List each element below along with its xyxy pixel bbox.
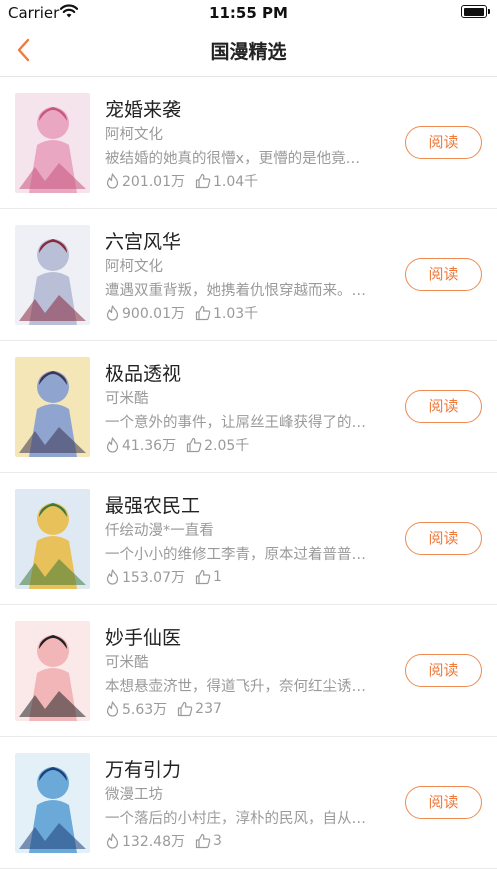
likes-stat: 1.04千 bbox=[195, 171, 258, 191]
list-item[interactable]: 妙手仙医 可米酷 本想悬壶济世，得道飞升，奈何红尘诱… 5.63万 237 阅读 bbox=[0, 605, 497, 737]
list-item[interactable]: 最强农民工 仟绘动漫*一直看 一个小小的维修工李青，原本过着普普… 153.07… bbox=[0, 473, 497, 605]
list-item[interactable]: 六宫风华 阿柯文化 遭遇双重背叛，她携着仇恨穿越而来。… 900.01万 1.0… bbox=[0, 209, 497, 341]
comic-cover[interactable] bbox=[15, 357, 90, 457]
comic-stats: 153.07万 1 bbox=[105, 567, 232, 587]
heat-stat: 132.48万 bbox=[105, 831, 185, 851]
heat-stat: 201.01万 bbox=[105, 171, 185, 191]
fire-icon bbox=[106, 833, 119, 849]
list-item[interactable]: 宠婚来袭 阿柯文化 被结婚的她真的很懵x，更懵的是他竟… 201.01万 1.0… bbox=[0, 77, 497, 209]
likes-count: 2.05千 bbox=[204, 438, 250, 454]
heat-stat: 153.07万 bbox=[105, 567, 185, 587]
comic-author: 可米酷 bbox=[105, 655, 149, 671]
comic-title: 万有引力 bbox=[105, 759, 182, 781]
read-button[interactable]: 阅读 bbox=[405, 258, 482, 291]
list-item[interactable]: 极品透视 可米酷 一个意外的事件，让屌丝王峰获得了的… 41.36万 2.05千… bbox=[0, 341, 497, 473]
comic-title: 妙手仙医 bbox=[105, 627, 182, 649]
likes-count: 1 bbox=[213, 569, 222, 585]
read-button[interactable]: 阅读 bbox=[405, 522, 482, 555]
comic-description: 遭遇双重背叛，她携着仇恨穿越而来。… bbox=[105, 283, 366, 299]
thumbs-up-icon bbox=[195, 305, 211, 321]
comic-cover[interactable] bbox=[15, 621, 90, 721]
comic-cover[interactable] bbox=[15, 489, 90, 589]
likes-stat: 237 bbox=[177, 701, 222, 717]
heat-count: 5.63万 bbox=[122, 702, 168, 718]
comic-stats: 900.01万 1.03千 bbox=[105, 303, 268, 323]
comic-description: 一个落后的小村庄，淳朴的民风，自从… bbox=[105, 811, 366, 827]
comic-author: 阿柯文化 bbox=[105, 127, 163, 143]
comic-title: 宠婚来袭 bbox=[105, 99, 182, 121]
comic-stats: 41.36万 2.05千 bbox=[105, 435, 259, 455]
status-time: 11:55 PM bbox=[209, 4, 288, 22]
comic-stats: 201.01万 1.04千 bbox=[105, 171, 268, 191]
fire-icon bbox=[106, 569, 119, 585]
comic-title: 最强农民工 bbox=[105, 495, 201, 517]
read-button[interactable]: 阅读 bbox=[405, 786, 482, 819]
heat-count: 41.36万 bbox=[122, 438, 177, 454]
heat-count: 201.01万 bbox=[122, 174, 185, 190]
likes-stat: 2.05千 bbox=[186, 435, 249, 455]
heat-count: 132.48万 bbox=[122, 834, 185, 850]
read-button[interactable]: 阅读 bbox=[405, 390, 482, 423]
comic-list: 宠婚来袭 阿柯文化 被结婚的她真的很懵x，更懵的是他竟… 201.01万 1.0… bbox=[0, 77, 497, 869]
comic-description: 一个小小的维修工李青，原本过着普普… bbox=[105, 547, 366, 563]
battery-icon bbox=[461, 5, 490, 18]
comic-cover[interactable] bbox=[15, 93, 90, 193]
comic-title: 极品透视 bbox=[105, 363, 182, 385]
thumbs-up-icon bbox=[178, 701, 193, 717]
status-bar: Carrier 11:55 PM bbox=[0, 0, 497, 24]
heat-stat: 5.63万 bbox=[105, 699, 167, 719]
comic-author: 可米酷 bbox=[105, 391, 149, 407]
comic-stats: 132.48万 3 bbox=[105, 831, 232, 851]
fire-icon bbox=[106, 173, 119, 189]
fire-icon bbox=[106, 437, 119, 453]
thumbs-up-icon bbox=[195, 833, 211, 849]
nav-bar: 国漫精选 bbox=[0, 24, 497, 77]
read-button[interactable]: 阅读 bbox=[405, 126, 482, 159]
comic-cover[interactable] bbox=[15, 225, 90, 325]
heat-stat: 900.01万 bbox=[105, 303, 185, 323]
comic-title: 六宫风华 bbox=[105, 231, 182, 253]
likes-count: 237 bbox=[195, 701, 222, 717]
likes-count: 1.03千 bbox=[213, 306, 259, 322]
heat-count: 900.01万 bbox=[122, 306, 185, 322]
comic-stats: 5.63万 237 bbox=[105, 699, 232, 719]
comic-cover[interactable] bbox=[15, 753, 90, 853]
read-button[interactable]: 阅读 bbox=[405, 654, 482, 687]
likes-stat: 1 bbox=[195, 569, 222, 585]
list-item[interactable]: 万有引力 微漫工坊 一个落后的小村庄，淳朴的民风，自从… 132.48万 3 阅… bbox=[0, 737, 497, 869]
likes-count: 1.04千 bbox=[213, 174, 259, 190]
likes-stat: 3 bbox=[195, 833, 222, 849]
comic-author: 微漫工坊 bbox=[105, 787, 163, 803]
thumbs-up-icon bbox=[186, 437, 202, 453]
comic-description: 一个意外的事件，让屌丝王峰获得了的… bbox=[105, 415, 366, 431]
fire-icon bbox=[106, 305, 119, 321]
comic-author: 阿柯文化 bbox=[105, 259, 163, 275]
fire-icon bbox=[106, 701, 119, 717]
page-title: 国漫精选 bbox=[210, 41, 287, 63]
likes-stat: 1.03千 bbox=[195, 303, 258, 323]
comic-description: 本想悬壶济世，得道飞升，奈何红尘诱… bbox=[105, 679, 366, 695]
thumbs-up-icon bbox=[195, 569, 211, 585]
comic-author: 仟绘动漫*一直看 bbox=[105, 523, 214, 539]
comic-description: 被结婚的她真的很懵x，更懵的是他竟… bbox=[105, 151, 361, 167]
likes-count: 3 bbox=[213, 833, 222, 849]
heat-count: 153.07万 bbox=[122, 570, 185, 586]
thumbs-up-icon bbox=[195, 173, 211, 189]
heat-stat: 41.36万 bbox=[105, 435, 176, 455]
